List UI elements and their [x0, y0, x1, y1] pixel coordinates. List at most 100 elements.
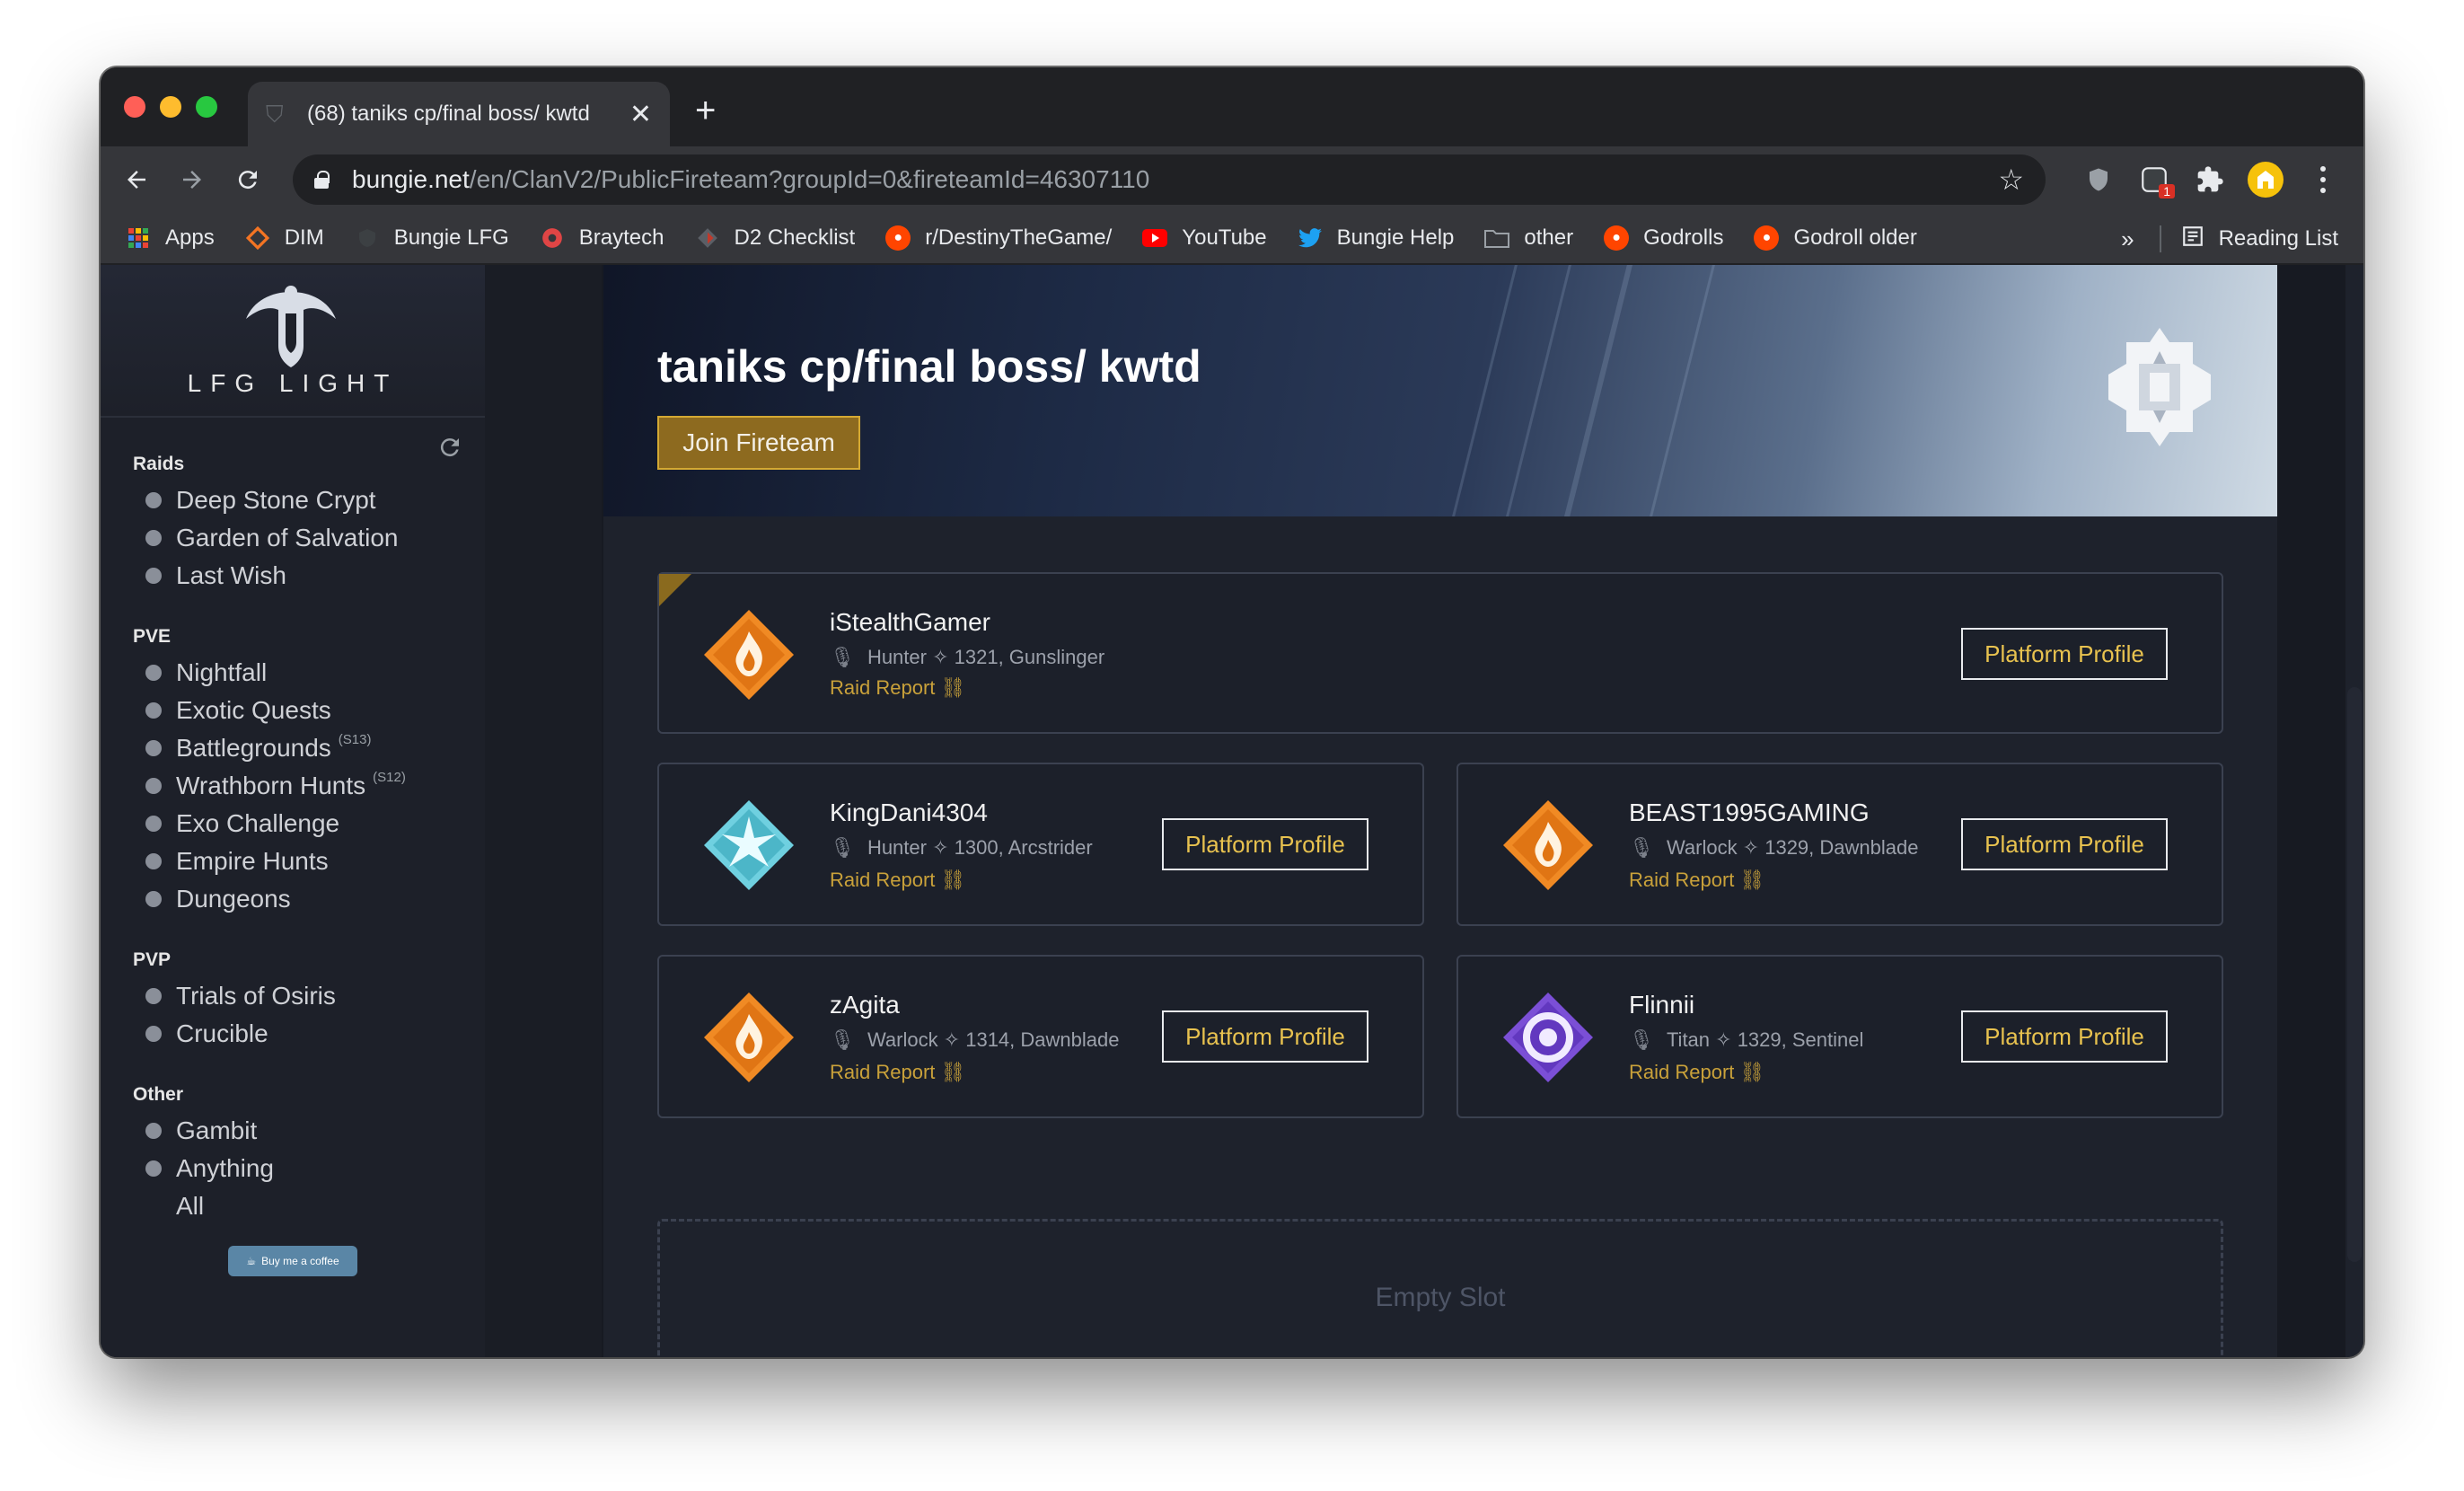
anything-icon: [145, 1160, 162, 1177]
bookmarks-overflow-button[interactable]: »: [2121, 225, 2134, 253]
nav-item-crucible[interactable]: Crucible: [145, 1019, 268, 1048]
bookmark-godroll-older[interactable]: ● Godroll older: [1754, 225, 1917, 251]
bookmark-label: other: [1524, 225, 1574, 250]
void-subclass-icon: [1503, 993, 1593, 1082]
microphone-off-icon: 🎙: [830, 646, 855, 668]
battlegrounds-icon: [145, 740, 162, 756]
fireteam-member-card: iStealthGamer 🎙 Hunter ✧ 1321, Gunslinger…: [657, 572, 2223, 734]
nav-item-exotic-quests[interactable]: Exotic Quests: [145, 696, 331, 725]
nav-item-label: Dungeons: [176, 885, 291, 913]
nav-item-last-wish[interactable]: Last Wish: [145, 561, 286, 590]
platform-profile-button[interactable]: Platform Profile: [1961, 1010, 2168, 1063]
raid-report-link[interactable]: Raid Report ⛓: [1629, 1061, 1764, 1084]
raid-report-link[interactable]: Raid Report ⛓: [830, 676, 965, 700]
site-logo[interactable]: LFG LIGHT: [101, 265, 485, 418]
extension-badge-icon[interactable]: 1: [2135, 161, 2175, 199]
deep-stone-crypt-icon: [145, 492, 162, 508]
bookmark-folder-other[interactable]: other: [1484, 225, 1573, 251]
member-name: Flinnii: [1629, 991, 1695, 1019]
address-bar[interactable]: bungie.net/en/ClanV2/PublicFireteam?grou…: [293, 154, 2046, 205]
shield-extension-icon[interactable]: [2080, 161, 2117, 199]
active-tab[interactable]: ⛉ (68) taniks cp/final boss/ kwtd ✕: [248, 82, 670, 146]
extensions-puzzle-icon[interactable]: [2191, 161, 2229, 199]
link-icon: ⛓: [1739, 1061, 1765, 1083]
bookmark-label: Bungie LFG: [393, 225, 509, 250]
minimize-window-button[interactable]: [160, 96, 181, 118]
nav-item-wrathborn-hunts[interactable]: Wrathborn Hunts (S12): [145, 770, 406, 800]
browser-menu-icon[interactable]: [2304, 161, 2342, 199]
nav-item-exo-challenge[interactable]: Exo Challenge: [145, 809, 339, 838]
bookmark-label: r/DestinyTheGame/: [925, 225, 1113, 250]
profile-avatar-icon[interactable]: [2247, 161, 2284, 199]
buy-me-a-coffee-button[interactable]: ☕ Buy me a coffee: [228, 1246, 357, 1276]
nav-item-trials-of-osiris[interactable]: Trials of Osiris: [145, 982, 336, 1010]
nav-item-label: Gambit: [176, 1116, 258, 1144]
page-scrollbar[interactable]: [2345, 265, 2363, 1357]
bookmark-d2-checklist[interactable]: D2 Checklist: [695, 225, 856, 251]
nav-item-all[interactable]: All: [145, 1192, 204, 1221]
bookmark-bungie-help[interactable]: Bungie Help: [1298, 225, 1454, 251]
raid-report-label: Raid Report: [830, 1061, 936, 1083]
nav-item-nightfall[interactable]: Nightfall: [145, 658, 267, 687]
zoom-window-button[interactable]: [196, 96, 217, 118]
empty-slot: Empty Slot: [657, 1219, 2223, 1357]
nav-item-label: Exo Challenge: [176, 809, 340, 837]
fireteam-member-card: BEAST1995GAMING 🎙 Warlock ✧ 1329, Dawnbla…: [1456, 763, 2223, 926]
nav-item-dungeons[interactable]: Dungeons: [145, 885, 291, 913]
refresh-icon[interactable]: [436, 434, 463, 468]
nav-item-anything[interactable]: Anything: [145, 1154, 274, 1183]
new-tab-button[interactable]: +: [695, 93, 716, 128]
bookmark-label: D2 Checklist: [734, 225, 856, 250]
d2checklist-icon: [695, 225, 720, 251]
bookmarks-bar: Apps DIM Bungie LFG Braytech D2 Checklis…: [101, 213, 2363, 265]
nav-item-empire-hunts[interactable]: Empire Hunts: [145, 847, 329, 876]
bookmark-apps[interactable]: Apps: [126, 225, 215, 251]
bungie-icon: [355, 225, 380, 251]
destiny-logo-icon: [246, 286, 336, 367]
member-name: zAgita: [830, 991, 900, 1019]
bookmark-godrolls[interactable]: ● Godrolls: [1604, 225, 1723, 251]
platform-profile-button[interactable]: Platform Profile: [1162, 1010, 1368, 1063]
nav-item-label: Exotic Quests: [176, 696, 331, 724]
member-info: 🎙 Hunter ✧ 1321, Gunslinger: [830, 646, 1104, 669]
raid-report-link[interactable]: Raid Report ⛓: [830, 1061, 965, 1084]
back-arrow-icon[interactable]: [117, 160, 156, 199]
platform-profile-button[interactable]: Platform Profile: [1961, 628, 2168, 680]
bookmark-reddit-dtg[interactable]: ● r/DestinyTheGame/: [885, 225, 1112, 251]
reading-list-button[interactable]: Reading List: [2219, 226, 2338, 251]
bookmark-star-icon[interactable]: ☆: [1998, 163, 2024, 197]
forward-arrow-icon[interactable]: [172, 160, 212, 199]
bookmark-dim[interactable]: DIM: [245, 225, 324, 251]
empire-hunts-icon: [145, 853, 162, 869]
platform-profile-button[interactable]: Platform Profile: [1162, 818, 1368, 870]
member-info: 🎙 Warlock ✧ 1329, Dawnblade: [1629, 836, 1918, 860]
raid-report-link[interactable]: Raid Report ⛓: [1629, 869, 1764, 892]
join-fireteam-button[interactable]: Join Fireteam: [657, 416, 860, 470]
nav-item-garden-of-salvation[interactable]: Garden of Salvation: [145, 524, 399, 552]
main-content: taniks cp/final boss/ kwtd Join Fireteam: [603, 265, 2277, 1357]
nav-item-deep-stone-crypt[interactable]: Deep Stone Crypt: [145, 486, 376, 515]
bookmarks-divider: [2159, 225, 2161, 252]
bookmark-braytech[interactable]: Braytech: [540, 225, 664, 251]
tab-close-icon[interactable]: ✕: [629, 99, 652, 130]
raid-report-link[interactable]: Raid Report ⛓: [830, 869, 965, 892]
nav-item-label: Crucible: [176, 1019, 268, 1047]
raid-report-label: Raid Report: [1629, 1061, 1735, 1083]
scrollbar-thumb[interactable]: [2347, 687, 2362, 1262]
sidebar: LFG LIGHT Raids Deep Stone Crypt Garden …: [101, 265, 485, 1357]
member-class-power-subclass: Hunter ✧ 1321, Gunslinger: [867, 646, 1105, 668]
nav-item-battlegrounds[interactable]: Battlegrounds (S13): [145, 732, 371, 763]
bookmark-label: Apps: [165, 225, 215, 250]
bookmark-bungie-lfg[interactable]: Bungie LFG: [355, 225, 509, 251]
close-window-button[interactable]: [124, 96, 145, 118]
solar-subclass-icon: [704, 610, 794, 700]
bookmark-youtube[interactable]: YouTube: [1142, 225, 1267, 251]
bungie-favicon-icon: ⛉: [266, 101, 284, 128]
web-page: LFG LIGHT Raids Deep Stone Crypt Garden …: [101, 265, 2363, 1357]
nav-item-gambit[interactable]: Gambit: [145, 1116, 257, 1145]
nav-item-label: Trials of Osiris: [176, 982, 336, 1010]
platform-profile-button[interactable]: Platform Profile: [1961, 818, 2168, 870]
reload-icon[interactable]: [228, 160, 268, 199]
page-gutter: [485, 265, 602, 1357]
reading-list-icon: [2181, 225, 2204, 254]
